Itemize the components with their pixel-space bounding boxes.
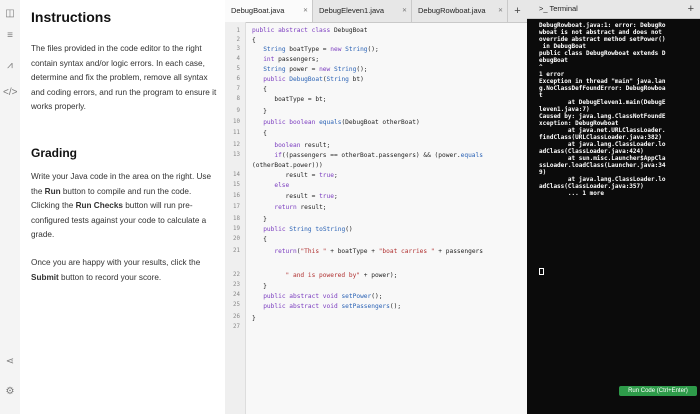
panel-toggle-icon[interactable]: ◫ [3,8,17,20]
tab-debugrowboat[interactable]: DebugRowboat.java ✕ [412,0,508,22]
instructions-paragraph: The files provided in the code editor to… [31,44,217,111]
grading-title: Grading [31,146,78,160]
terminal-cursor [539,268,544,275]
code-icon[interactable]: </> [3,87,17,99]
terminal-tab[interactable]: >_ Terminal + [527,0,700,19]
chart-icon[interactable]: ⩘ [3,60,17,72]
line-gutter: 1 2 3 4 5 6 7 8 9 10 11 12 13 14 15 16 1… [225,22,246,414]
run-code-button[interactable]: Run Code (Ctrl+Enter) [619,386,697,396]
share-icon[interactable]: ⋖ [3,356,17,368]
instructions-title: Instructions [31,9,112,25]
instructions-panel: Instructions The files provided in the c… [20,0,226,414]
grading-paragraph: Write your Java code in the area on the … [31,172,212,239]
terminal-output: DebugRowboat.java:1: error: DebugRo wboa… [539,22,666,197]
tab-debugeleven1[interactable]: DebugEleven1.java ✕ [313,0,412,22]
submit-paragraph: Once you are happy with your results, cl… [31,258,201,282]
settings-icon[interactable]: ⚙ [3,386,17,398]
code-editor[interactable]: DebugBoat.java ✕ DebugEleven1.java ✕ Debug… [225,0,527,414]
left-toolbar: ◫ ≡ ⩘ </> ⋖ ⚙ [0,0,21,414]
add-tab-button[interactable]: + [508,0,527,22]
terminal-tab-label: >_ Terminal [539,4,578,13]
terminal-panel[interactable]: >_ Terminal + DebugRowboat.java:1: error… [527,0,700,414]
add-terminal-button[interactable]: + [688,0,694,18]
menu-icon[interactable]: ≡ [3,30,17,42]
editor-tabs: DebugBoat.java ✕ DebugEleven1.java ✕ Debug… [225,0,527,23]
tab-debugboat[interactable]: DebugBoat.java ✕ [225,0,313,22]
